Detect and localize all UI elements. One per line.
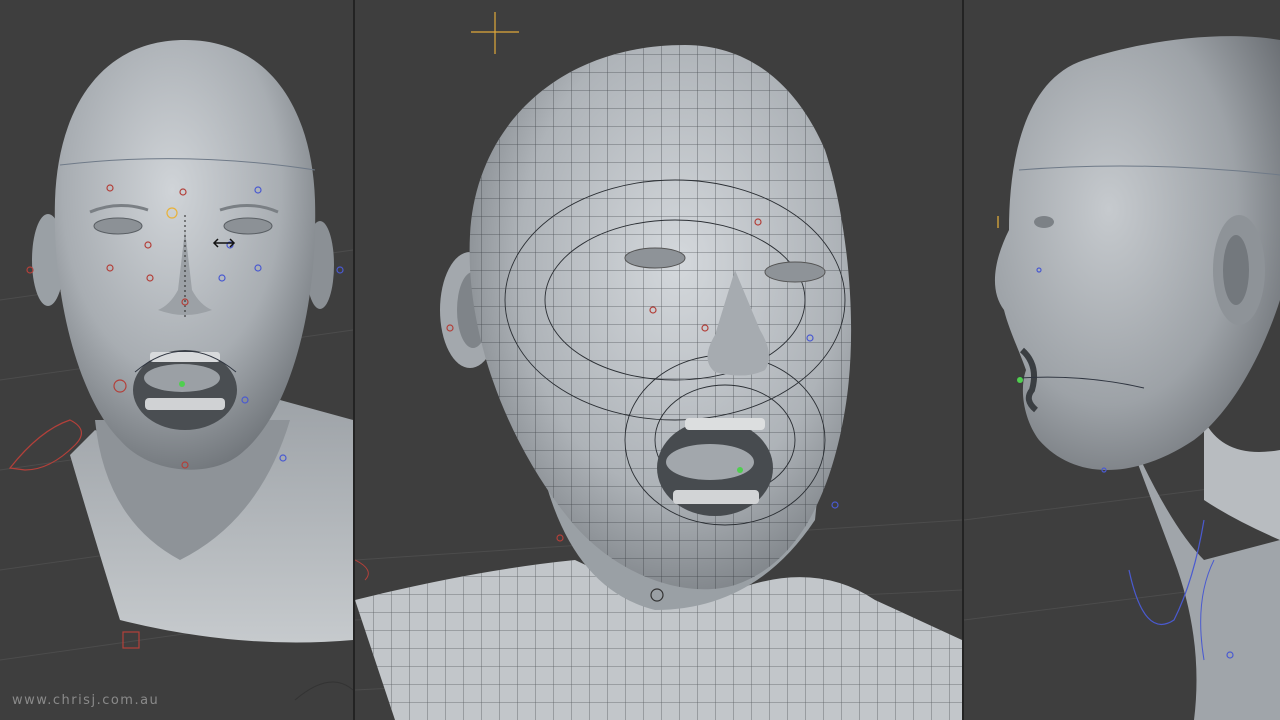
root-control[interactable] <box>122 631 140 649</box>
active-control-point[interactable] <box>1017 377 1023 383</box>
perspective-view-canvas <box>355 12 962 720</box>
viewport-side[interactable] <box>964 0 1280 720</box>
viewport-perspective[interactable] <box>355 0 962 720</box>
wireframe-overlay <box>469 45 852 590</box>
active-control-point[interactable] <box>179 381 185 387</box>
crosshair-icon[interactable] <box>471 12 519 54</box>
front-view-canvas <box>0 40 353 701</box>
viewport-front[interactable] <box>0 0 353 720</box>
side-view-canvas <box>964 36 1280 720</box>
watermark-text: www.chrisj.com.au <box>12 693 160 708</box>
viewport-stage: www.chrisj.com.au <box>0 0 1280 720</box>
active-control-point[interactable] <box>737 467 743 473</box>
